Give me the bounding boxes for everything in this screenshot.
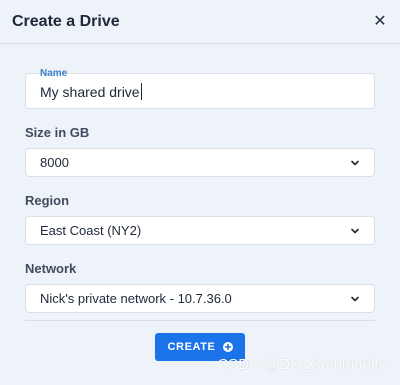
dialog-header: Create a Drive ✕ (0, 0, 400, 44)
chevron-down-icon (350, 226, 360, 236)
form-divider (25, 320, 375, 321)
region-select[interactable]: East Coast (NY2) (25, 216, 375, 245)
region-label: Region (25, 193, 70, 208)
size-selected-value: 8000 (40, 155, 69, 170)
create-drive-form: Name My shared drive Size in GB 8000 Reg… (25, 62, 375, 313)
network-select[interactable]: Nick's private network - 10.7.36.0 (25, 284, 375, 313)
network-label: Network (25, 261, 77, 276)
size-label: Size in GB (25, 125, 90, 140)
name-label: Name (40, 68, 68, 79)
close-icon[interactable]: ✕ (372, 13, 388, 30)
name-field[interactable]: Name My shared drive (25, 68, 375, 109)
watermark: CSDN @DO_Community (217, 356, 386, 373)
chevron-down-icon (350, 158, 360, 168)
create-button-label: CREATE (167, 341, 216, 353)
name-input-value[interactable]: My shared drive (40, 84, 140, 100)
text-cursor (140, 83, 142, 100)
chevron-down-icon (350, 294, 360, 304)
network-selected-value: Nick's private network - 10.7.36.0 (40, 291, 232, 306)
region-selected-value: East Coast (NY2) (40, 223, 142, 238)
plus-circle-icon (222, 342, 233, 352)
size-select[interactable]: 8000 (25, 148, 375, 177)
dialog-title: Create a Drive (12, 12, 120, 30)
